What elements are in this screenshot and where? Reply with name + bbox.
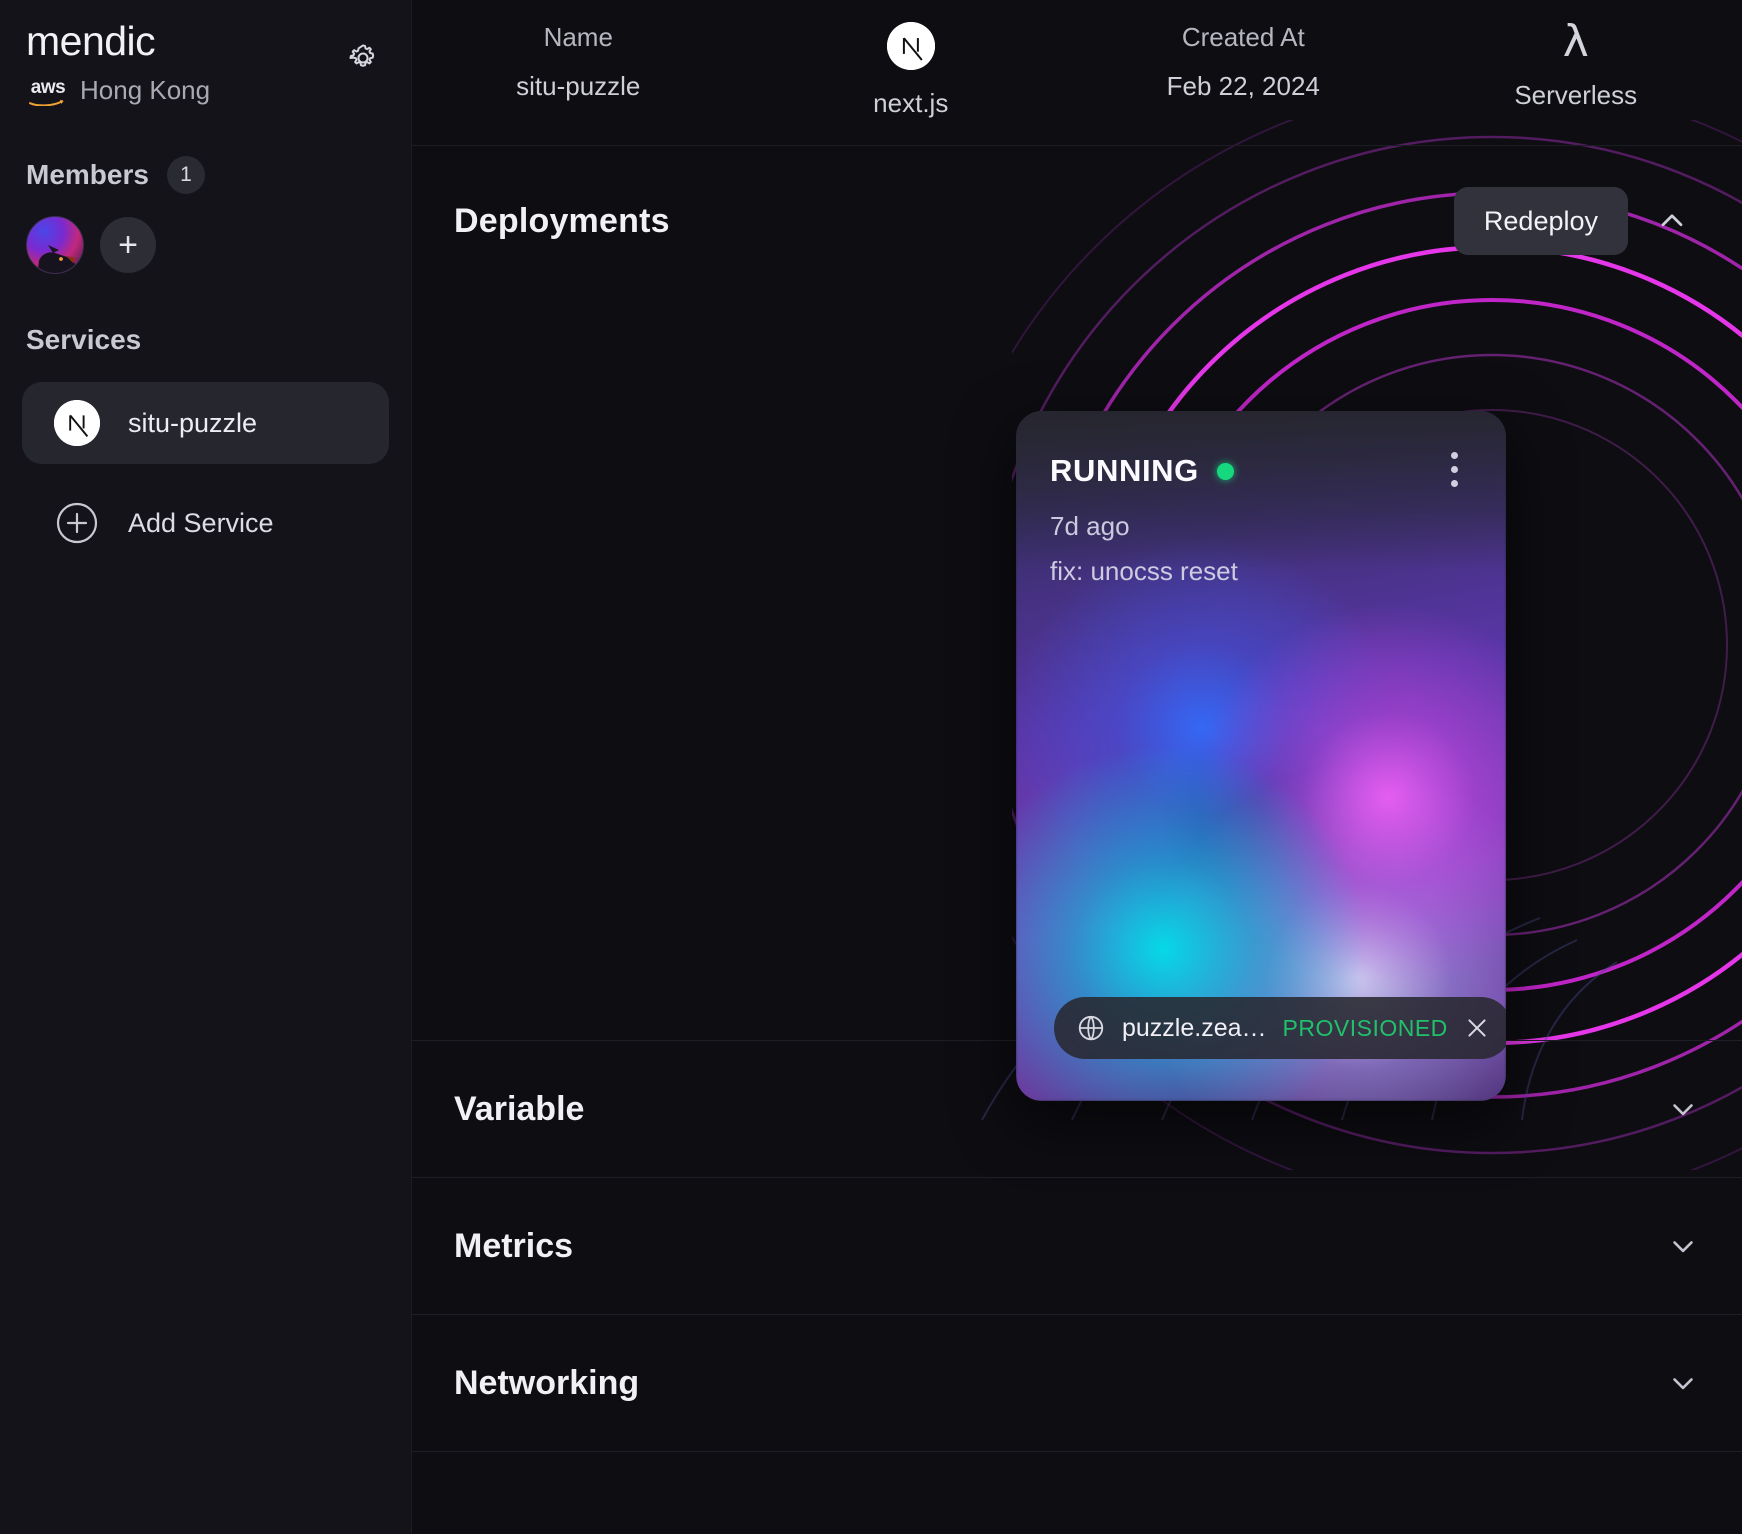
nextjs-icon — [54, 400, 100, 446]
app-root: mendic aws Hong Kong Members — [0, 0, 1742, 1534]
info-column-created-at: Created At Feb 22, 2024 — [1077, 0, 1410, 102]
info-value-runtime: Serverless — [1514, 80, 1637, 111]
members-list: + — [0, 216, 411, 274]
settings-button[interactable] — [343, 38, 383, 78]
close-icon[interactable] — [1464, 1015, 1490, 1041]
domain-state: PROVISIONED — [1283, 1015, 1448, 1042]
main-content: Name situ-puzzle next.js Created At Feb … — [412, 0, 1742, 1534]
deployment-commit-message: fix: unocss reset — [1050, 556, 1238, 587]
section-metrics[interactable]: Metrics — [412, 1178, 1742, 1315]
avatar[interactable] — [26, 216, 84, 274]
sidebar-item-situ-puzzle[interactable]: situ-puzzle — [22, 382, 389, 464]
section-networking[interactable]: Networking — [412, 1315, 1742, 1452]
org-provider-region: aws Hong Kong — [26, 75, 385, 106]
aws-wordmark: aws — [31, 80, 65, 96]
add-service-label: Add Service — [128, 508, 274, 539]
info-label-name: Name — [544, 22, 613, 53]
members-count-badge: 1 — [167, 156, 205, 194]
info-column-name: Name situ-puzzle — [412, 0, 745, 102]
aws-icon: aws — [26, 80, 70, 106]
status-dot-running-icon — [1217, 463, 1234, 480]
nextjs-glyph — [887, 22, 935, 70]
collapse-deployments-button[interactable] — [1644, 193, 1700, 249]
info-value-name: situ-puzzle — [516, 71, 640, 102]
sidebar-item-label: situ-puzzle — [128, 408, 257, 439]
org-name: mendic — [26, 18, 385, 65]
info-value-created-at: Feb 22, 2024 — [1167, 71, 1320, 102]
avatar-dog-icon — [33, 243, 84, 274]
members-label: Members — [26, 159, 149, 191]
org-region: Hong Kong — [80, 75, 210, 106]
chevron-down-icon — [1666, 1229, 1700, 1263]
nextjs-glyph — [54, 400, 100, 446]
nextjs-icon — [887, 22, 935, 70]
status-badge: RUNNING — [1050, 453, 1234, 489]
section-variable[interactable]: Variable — [412, 1041, 1742, 1178]
info-column-framework: next.js — [745, 0, 1078, 119]
sidebar: mendic aws Hong Kong Members — [0, 0, 412, 1534]
plus-circle-icon — [54, 500, 100, 546]
kebab-dot — [1451, 480, 1458, 487]
domain-host: puzzle.zea… — [1122, 1014, 1267, 1043]
status-label: RUNNING — [1050, 453, 1199, 489]
add-member-button[interactable]: + — [100, 217, 156, 273]
deployment-age: 7d ago — [1050, 511, 1130, 542]
gear-icon — [347, 42, 379, 74]
chevron-down-icon — [1666, 1366, 1700, 1400]
members-header: Members 1 — [0, 156, 411, 194]
deployments-list: RUNNING 7d ago fix: unocss reset puzzle.… — [412, 296, 1742, 1041]
aws-swoosh-icon — [29, 97, 67, 106]
section-title: Metrics — [454, 1227, 573, 1266]
service-info-bar: Name situ-puzzle next.js Created At Feb … — [412, 0, 1742, 146]
org-header: mendic aws Hong Kong — [0, 0, 411, 106]
kebab-dot — [1451, 452, 1458, 459]
lambda-icon: λ — [1563, 22, 1589, 62]
redeploy-button[interactable]: Redeploy — [1454, 187, 1628, 255]
deployment-card-top-overlay — [1016, 411, 1506, 571]
kebab-dot — [1451, 466, 1458, 473]
section-title: Networking — [454, 1364, 639, 1403]
services-list: situ-puzzle Add Service — [0, 382, 411, 564]
deployment-card[interactable]: RUNNING 7d ago fix: unocss reset puzzle.… — [1016, 411, 1506, 1101]
deployments-header: Deployments Redeploy — [412, 146, 1742, 296]
add-service-button[interactable]: Add Service — [22, 482, 389, 564]
info-value-framework: next.js — [873, 88, 948, 119]
globe-icon — [1076, 1013, 1106, 1043]
services-label: Services — [26, 324, 141, 356]
section-title: Variable — [454, 1090, 584, 1129]
chevron-down-icon — [1666, 1092, 1700, 1126]
page-title: Deployments — [454, 202, 670, 241]
services-header: Services — [0, 324, 411, 356]
plus-icon: + — [118, 228, 138, 262]
info-label-created-at: Created At — [1182, 22, 1305, 53]
chevron-up-icon — [1654, 203, 1690, 239]
deployment-menu-button[interactable] — [1434, 445, 1474, 493]
info-column-runtime: λ Serverless — [1410, 0, 1742, 111]
